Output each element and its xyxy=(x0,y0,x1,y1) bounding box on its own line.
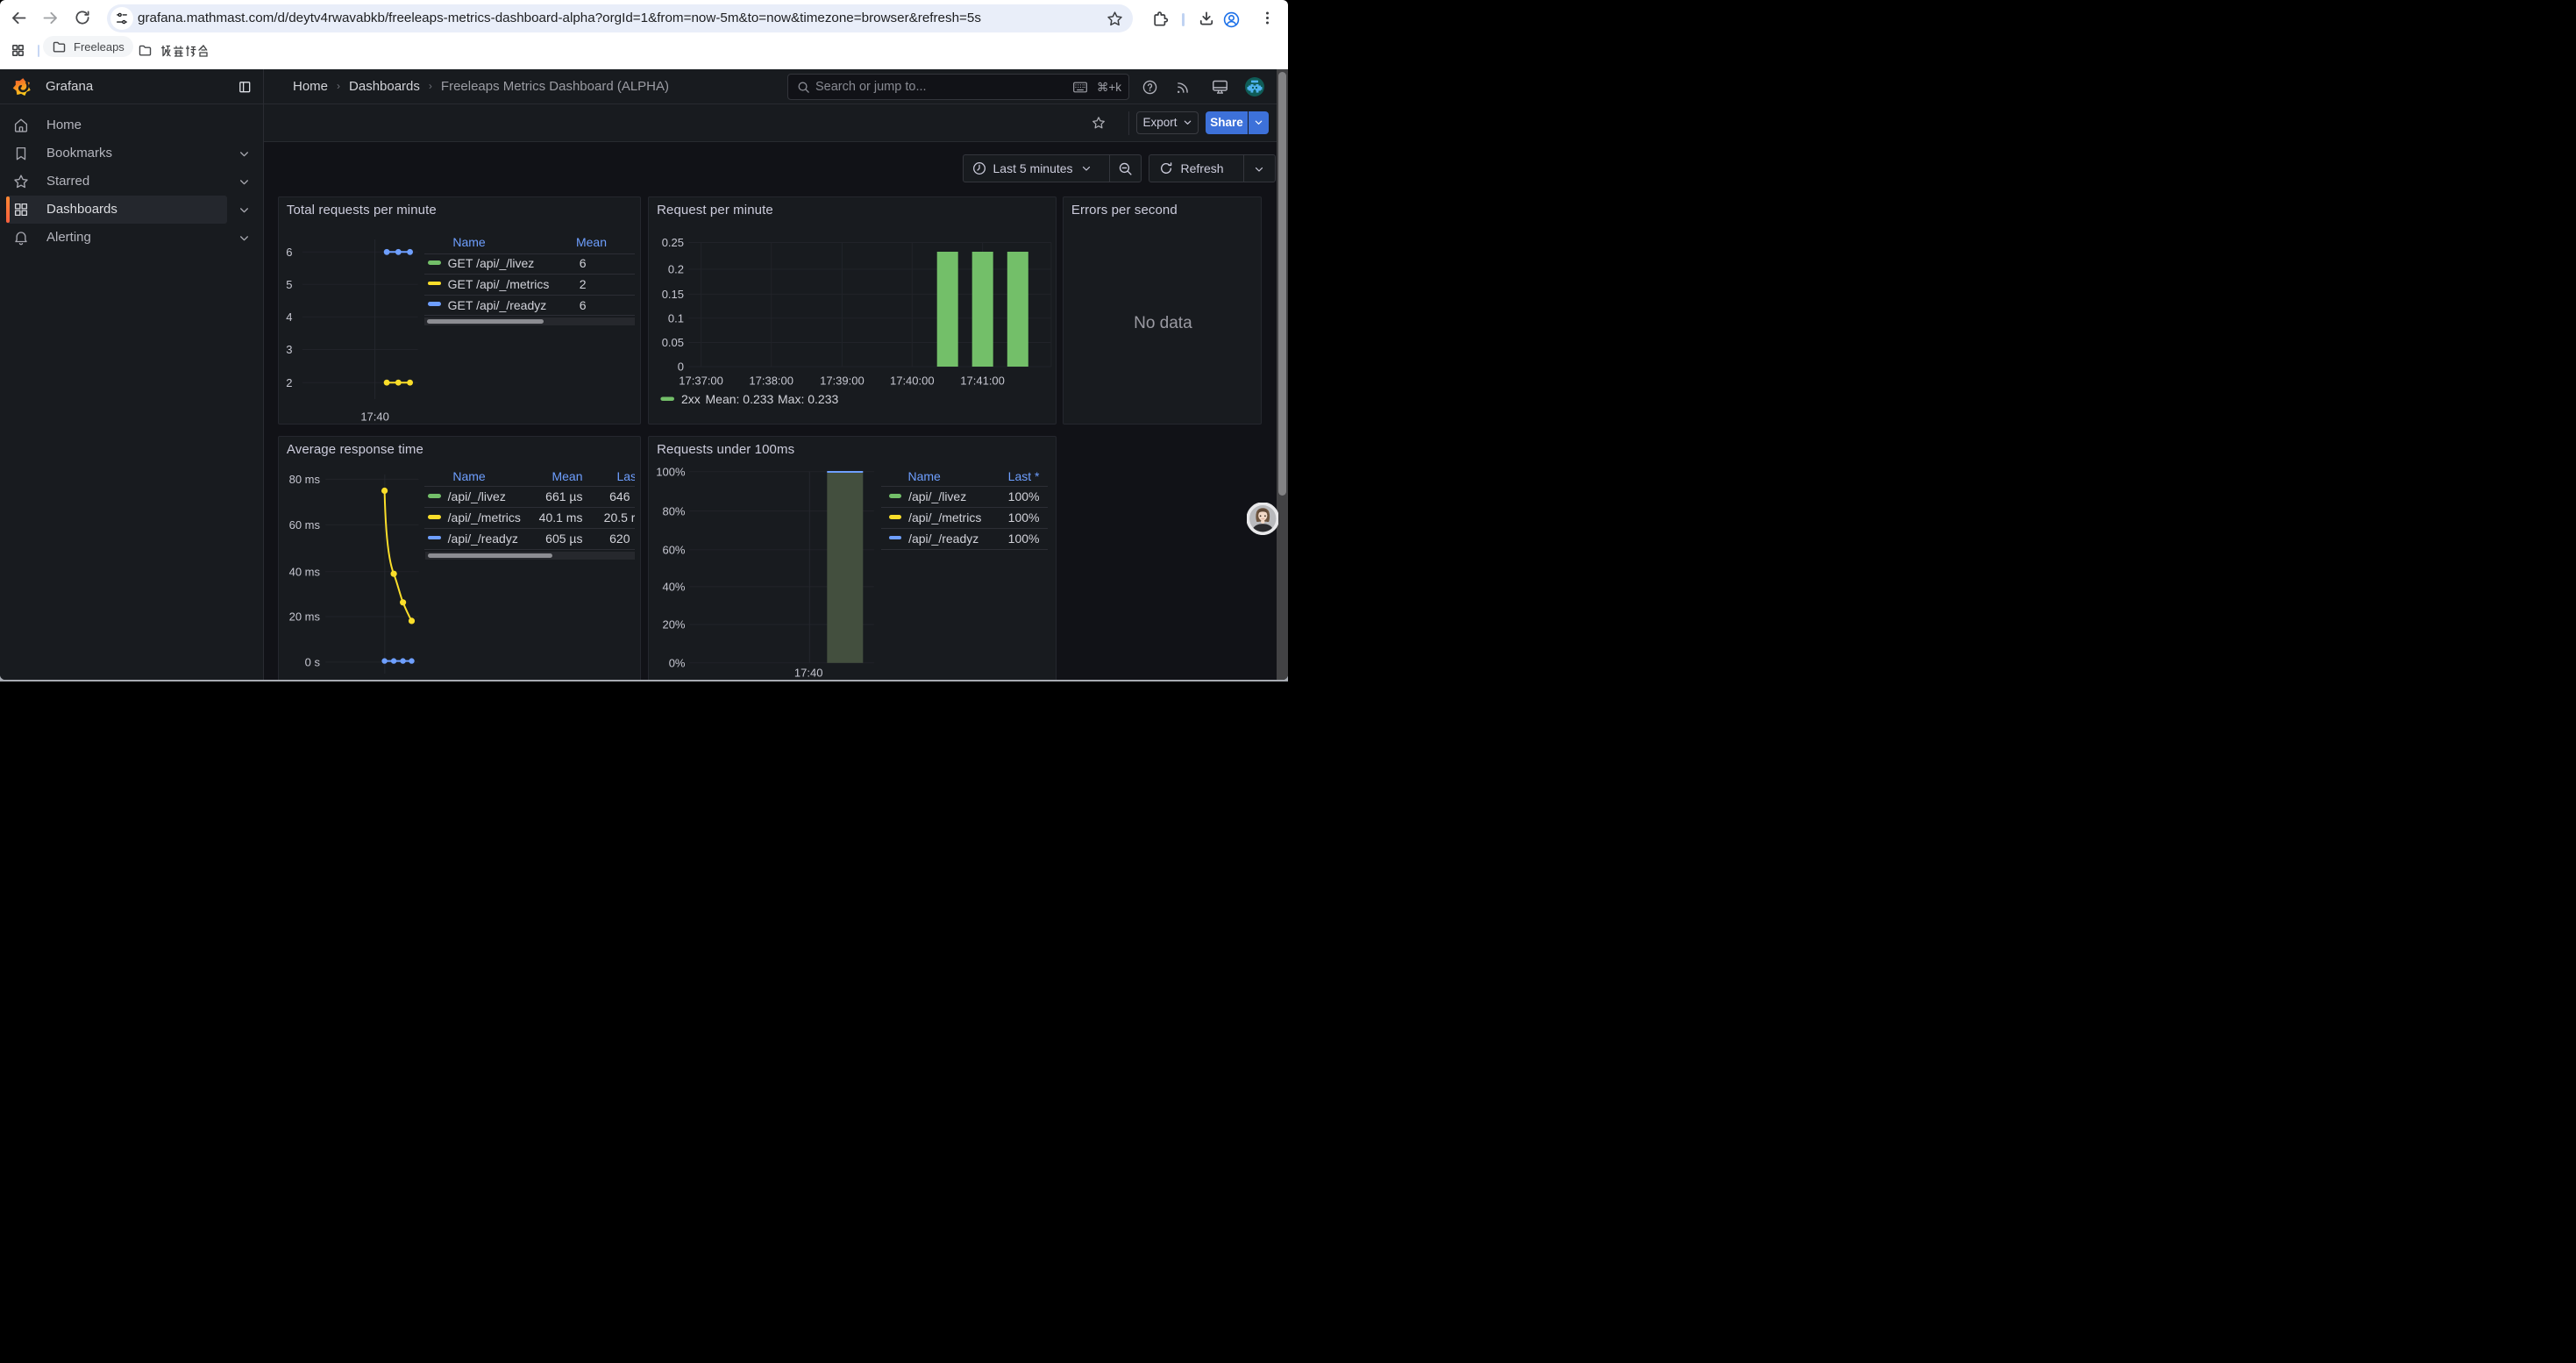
svg-text:17:37:00: 17:37:00 xyxy=(679,375,723,388)
svg-text:60%: 60% xyxy=(663,544,686,557)
svg-text:Max: 0.233: Max: 0.233 xyxy=(778,392,838,406)
svg-text:17:40: 17:40 xyxy=(360,410,389,424)
svg-text:2: 2 xyxy=(286,376,292,389)
svg-text:4: 4 xyxy=(286,310,292,324)
svg-text:0%: 0% xyxy=(669,657,686,670)
svg-text:20 ms: 20 ms xyxy=(288,610,320,624)
svg-text:40%: 40% xyxy=(663,581,686,594)
svg-text:0.1: 0.1 xyxy=(668,311,684,325)
svg-text:Mean: 0.233: Mean: 0.233 xyxy=(706,392,774,406)
svg-text:0 s: 0 s xyxy=(305,656,321,669)
svg-text:17:40:00: 17:40:00 xyxy=(890,375,935,388)
svg-text:0.05: 0.05 xyxy=(662,336,684,349)
svg-text:20%: 20% xyxy=(663,618,686,632)
svg-text:0.15: 0.15 xyxy=(662,288,684,301)
svg-text:17:38:00: 17:38:00 xyxy=(749,375,793,388)
svg-text:0.2: 0.2 xyxy=(668,263,684,276)
svg-text:3: 3 xyxy=(286,343,292,356)
svg-text:17:41:00: 17:41:00 xyxy=(960,375,1005,388)
svg-text:100%: 100% xyxy=(656,465,686,478)
svg-text:80 ms: 80 ms xyxy=(288,473,320,486)
svg-text:40 ms: 40 ms xyxy=(288,565,320,578)
svg-text:60 ms: 60 ms xyxy=(288,518,320,532)
svg-text:5: 5 xyxy=(286,278,292,291)
svg-text:17:40: 17:40 xyxy=(794,667,823,680)
svg-text:6: 6 xyxy=(286,246,292,259)
svg-text:17:39:00: 17:39:00 xyxy=(820,375,865,388)
svg-text:2xx: 2xx xyxy=(681,392,701,406)
svg-text:0.25: 0.25 xyxy=(662,236,684,249)
svg-text:0: 0 xyxy=(678,360,684,374)
svg-text:80%: 80% xyxy=(663,504,686,517)
